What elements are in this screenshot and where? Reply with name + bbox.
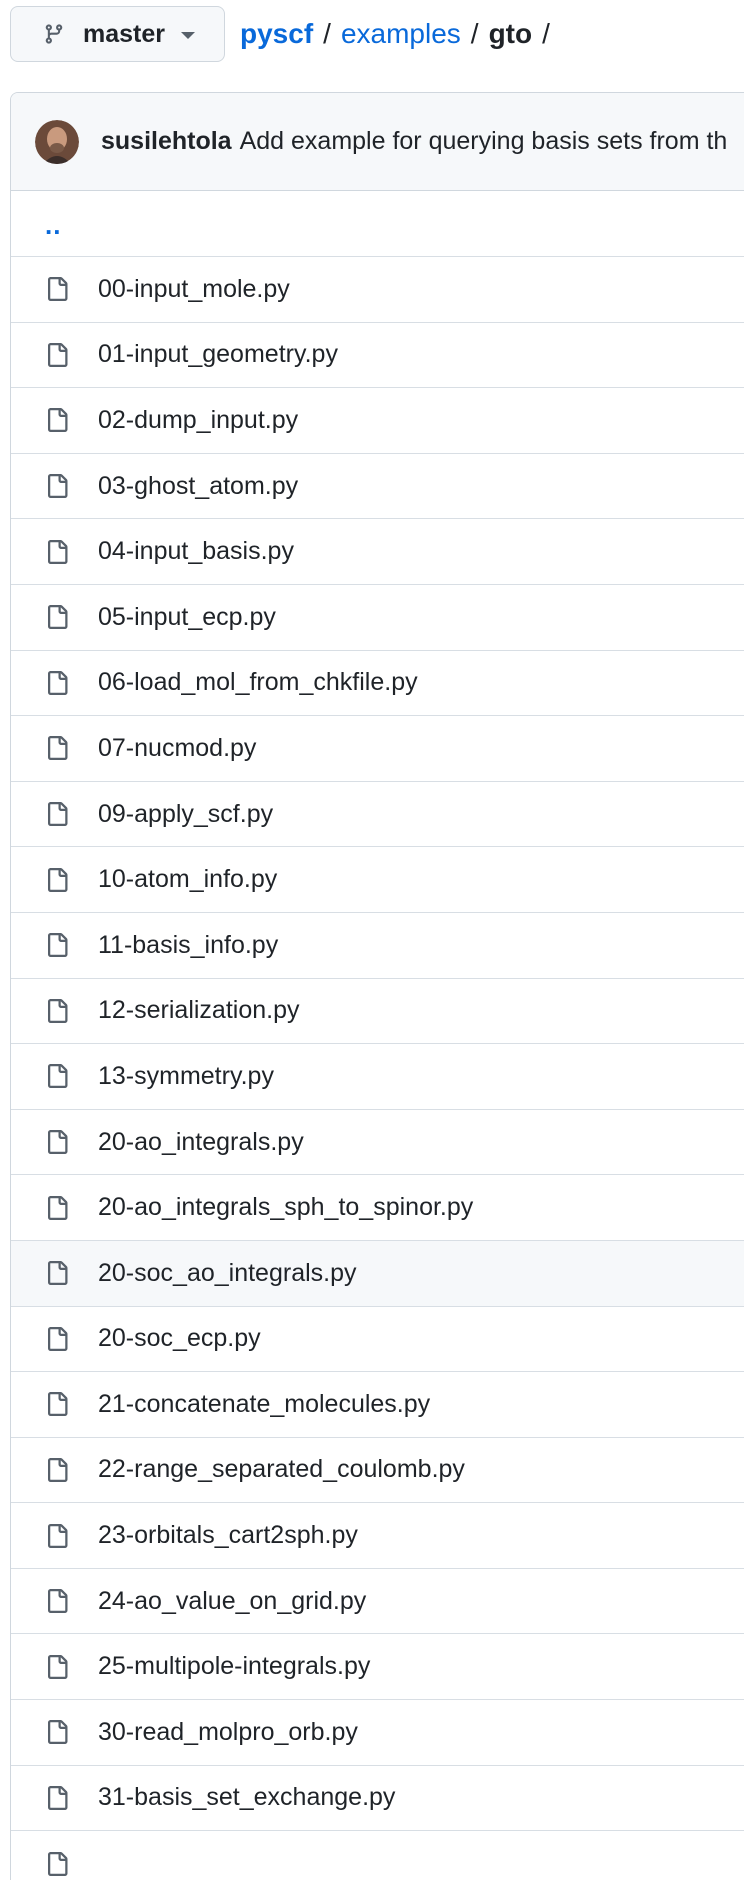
file-name-link[interactable]: 20-soc_ao_integrals.py	[98, 1259, 357, 1288]
breadcrumb-separator: /	[470, 18, 479, 49]
file-name-link[interactable]: 22-range_separated_coulomb.py	[98, 1455, 465, 1484]
file-row[interactable]: 05-input_ecp.py	[11, 585, 744, 651]
file-name-link[interactable]: 00-input_mole.py	[98, 275, 290, 304]
file-icon	[45, 800, 69, 828]
file-icon	[45, 1390, 69, 1418]
file-icon	[45, 931, 69, 959]
breadcrumb-current-dir: gto	[488, 18, 533, 49]
file-row[interactable]: 22-range_separated_coulomb.py	[11, 1438, 744, 1504]
avatar[interactable]	[35, 119, 79, 164]
file-row[interactable]: 10-atom_info.py	[11, 847, 744, 913]
file-icon	[45, 1128, 69, 1156]
file-name-link[interactable]: 11-basis_info.py	[98, 931, 278, 960]
file-name-link[interactable]: 25-multipole-integrals.py	[98, 1652, 370, 1681]
file-icon	[45, 1587, 69, 1615]
file-row[interactable]: 13-symmetry.py	[11, 1044, 744, 1110]
file-name-link[interactable]: 20-soc_ecp.py	[98, 1324, 261, 1353]
file-row[interactable]	[11, 1831, 744, 1880]
file-name-link[interactable]: 10-atom_info.py	[98, 865, 277, 894]
file-row[interactable]: 06-load_mol_from_chkfile.py	[11, 651, 744, 717]
file-row[interactable]: 02-dump_input.py	[11, 388, 744, 454]
breadcrumb-separator: /	[323, 18, 331, 49]
file-icon	[45, 669, 69, 697]
file-icon	[45, 603, 69, 631]
file-icon	[45, 1194, 69, 1222]
commit-author-link[interactable]: susilehtola	[101, 127, 232, 156]
file-name-link[interactable]: 13-symmetry.py	[98, 1062, 274, 1091]
breadcrumb: pyscf / examples / gto /	[240, 12, 560, 56]
file-row[interactable]: 09-apply_scf.py	[11, 782, 744, 848]
commit-message-link[interactable]: Add example for querying basis sets from…	[240, 127, 728, 156]
file-name-link[interactable]: 07-nucmod.py	[98, 734, 256, 763]
file-icon	[45, 341, 69, 369]
file-icon	[45, 1522, 69, 1550]
file-row[interactable]: 20-ao_integrals_sph_to_spinor.py	[11, 1175, 744, 1241]
file-row[interactable]: 20-soc_ecp.py	[11, 1307, 744, 1373]
file-icon	[45, 1784, 69, 1812]
file-name-link[interactable]: 09-apply_scf.py	[98, 800, 273, 829]
file-name-link[interactable]: 23-orbitals_cart2sph.py	[98, 1521, 358, 1550]
parent-directory-row[interactable]: ..	[11, 191, 744, 257]
file-name-link[interactable]: 20-ao_integrals.py	[98, 1128, 304, 1157]
file-icon	[45, 472, 69, 500]
file-icon	[45, 1062, 69, 1090]
file-icon	[45, 1325, 69, 1353]
file-name-link[interactable]: 21-concatenate_molecules.py	[98, 1390, 430, 1419]
file-list: 00-input_mole.py 01-input_geometry.py 02-d…	[11, 257, 744, 1880]
file-icon	[45, 1850, 69, 1878]
parent-directory-link[interactable]: ..	[45, 210, 61, 241]
file-name-link[interactable]: 24-ao_value_on_grid.py	[98, 1587, 366, 1616]
breadcrumb-examples-link[interactable]: examples	[341, 18, 461, 50]
file-name-link[interactable]: 01-input_geometry.py	[98, 340, 338, 369]
file-name-link[interactable]: 03-ghost_atom.py	[98, 472, 298, 501]
file-name-link[interactable]: 30-read_molpro_orb.py	[98, 1718, 358, 1747]
file-icon	[45, 1718, 69, 1746]
file-icon	[45, 406, 69, 434]
file-name-link[interactable]: 05-input_ecp.py	[98, 603, 276, 632]
file-row[interactable]: 20-ao_integrals.py	[11, 1110, 744, 1176]
file-row[interactable]: 04-input_basis.py	[11, 519, 744, 585]
file-name-link[interactable]: 20-ao_integrals_sph_to_spinor.py	[98, 1193, 473, 1222]
file-row[interactable]: 24-ao_value_on_grid.py	[11, 1569, 744, 1635]
file-row[interactable]: 12-serialization.py	[11, 979, 744, 1045]
file-row[interactable]: 01-input_geometry.py	[11, 323, 744, 389]
branch-select-button[interactable]: master	[10, 6, 225, 62]
file-row[interactable]: 31-basis_set_exchange.py	[11, 1766, 744, 1832]
triangle-down-icon	[181, 32, 195, 39]
breadcrumb-separator: /	[542, 18, 550, 49]
file-row[interactable]: 25-multipole-integrals.py	[11, 1634, 744, 1701]
latest-commit-header: susilehtola Add example for querying bas…	[11, 93, 744, 191]
file-icon	[45, 275, 69, 303]
file-name-link[interactable]: 02-dump_input.py	[98, 406, 298, 435]
file-row[interactable]: 30-read_molpro_orb.py	[11, 1700, 744, 1766]
file-icon	[45, 538, 69, 566]
file-row[interactable]: 07-nucmod.py	[11, 716, 744, 782]
file-icon	[45, 997, 69, 1025]
page: master pyscf / examples / gto / susileht…	[0, 0, 744, 1880]
file-row[interactable]: 23-orbitals_cart2sph.py	[11, 1503, 744, 1569]
file-name-link[interactable]: 04-input_basis.py	[98, 537, 294, 566]
file-icon	[45, 1259, 69, 1287]
file-table: susilehtola Add example for querying bas…	[10, 92, 744, 1880]
file-row[interactable]: 11-basis_info.py	[11, 913, 744, 979]
file-icon	[45, 866, 69, 894]
file-row[interactable]: 20-soc_ao_integrals.py	[11, 1240, 744, 1307]
file-name-link[interactable]: 06-load_mol_from_chkfile.py	[98, 668, 418, 697]
file-icon	[45, 734, 69, 762]
file-row[interactable]: 21-concatenate_molecules.py	[11, 1372, 744, 1438]
file-icon	[45, 1653, 69, 1681]
file-row[interactable]: 03-ghost_atom.py	[11, 454, 744, 520]
breadcrumb-repo-link[interactable]: pyscf	[240, 18, 313, 50]
file-icon	[45, 1456, 69, 1484]
branch-name: master	[83, 19, 165, 48]
file-name-link[interactable]: 31-basis_set_exchange.py	[98, 1783, 395, 1812]
file-row[interactable]: 00-input_mole.py	[11, 257, 744, 323]
file-name-link[interactable]: 12-serialization.py	[98, 996, 300, 1025]
git-branch-icon	[43, 23, 65, 45]
